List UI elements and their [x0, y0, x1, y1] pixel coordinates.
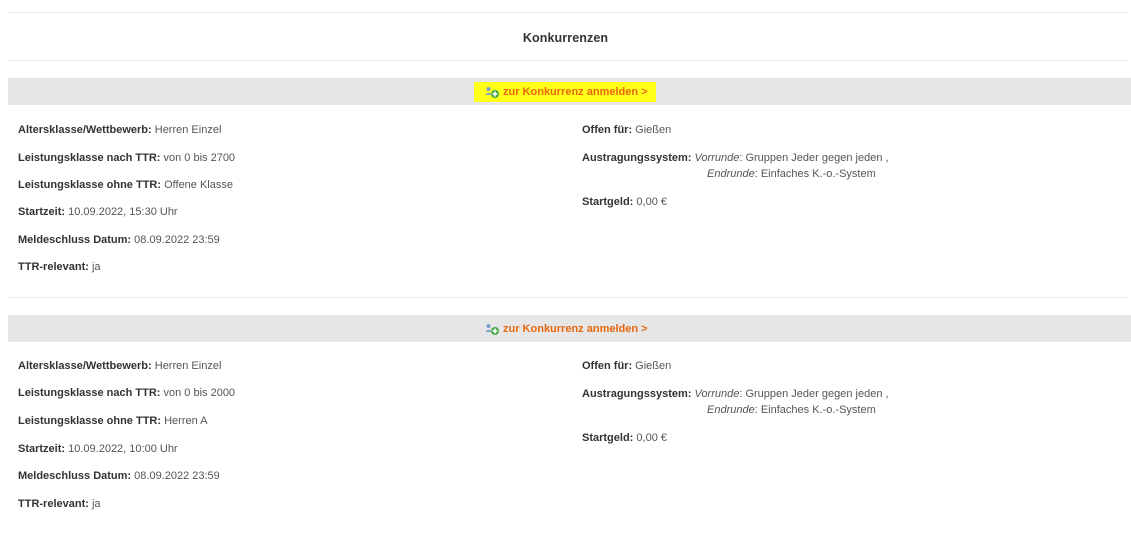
field-lk-mit-ttr: Leistungsklasse nach TTR: von 0 bis 2000: [18, 387, 236, 399]
add-user-icon: [485, 86, 500, 99]
field-lk-ohne-ttr: Leistungsklasse ohne TTR: Herren A: [18, 415, 208, 427]
title-divider: [8, 60, 1128, 61]
field-ttr-relevant: TTR-relevant: ja: [18, 261, 101, 273]
register-bar: zur Konkurrenz anmelden >: [8, 315, 1131, 342]
field-altersklasse: Altersklasse/Wettbewerb: Herren Einzel: [18, 360, 222, 372]
field-meldeschluss: Meldeschluss Datum: 08.09.2022 23:59: [18, 470, 220, 482]
field-meldeschluss: Meldeschluss Datum: 08.09.2022 23:59: [18, 234, 220, 246]
register-link-label: zur Konkurrenz anmelden >: [503, 86, 648, 98]
field-austragungssystem: Austragungssystem: Vorrunde: Gruppen Jed…: [582, 388, 889, 400]
page-title: Konkurrenzen: [522, 31, 609, 45]
field-austragungssystem-endrunde: Endrunde: Einfaches K.-o.-System: [707, 404, 876, 416]
top-divider: [8, 12, 1128, 13]
field-altersklasse: Altersklasse/Wettbewerb: Herren Einzel: [18, 124, 222, 136]
field-offen-fuer: Offen für: Gießen: [582, 124, 672, 136]
competition-block: zur Konkurrenz anmelden > Altersklasse/W…: [0, 78, 1131, 308]
field-startzeit: Startzeit: 10.09.2022, 15:30 Uhr: [18, 206, 178, 218]
competition-block: zur Konkurrenz anmelden > Altersklasse/W…: [0, 315, 1131, 545]
field-austragungssystem-endrunde: Endrunde: Einfaches K.-o.-System: [707, 168, 876, 180]
field-lk-mit-ttr: Leistungsklasse nach TTR: von 0 bis 2700: [18, 152, 236, 164]
add-user-icon: [485, 323, 500, 336]
field-startgeld: Startgeld: 0,00 €: [582, 432, 667, 444]
field-offen-fuer: Offen für: Gießen: [582, 360, 672, 372]
register-link-label: zur Konkurrenz anmelden >: [503, 323, 648, 335]
register-link[interactable]: zur Konkurrenz anmelden >: [474, 82, 656, 102]
field-startgeld: Startgeld: 0,00 €: [582, 196, 667, 208]
field-lk-ohne-ttr: Leistungsklasse ohne TTR: Offene Klasse: [18, 179, 233, 191]
section-divider: [8, 297, 1128, 298]
register-bar: zur Konkurrenz anmelden >: [8, 78, 1131, 105]
field-ttr-relevant: TTR-relevant: ja: [18, 498, 101, 510]
register-link[interactable]: zur Konkurrenz anmelden >: [474, 319, 656, 339]
field-austragungssystem: Austragungssystem: Vorrunde: Gruppen Jed…: [582, 152, 889, 164]
field-startzeit: Startzeit: 10.09.2022, 10:00 Uhr: [18, 443, 178, 455]
